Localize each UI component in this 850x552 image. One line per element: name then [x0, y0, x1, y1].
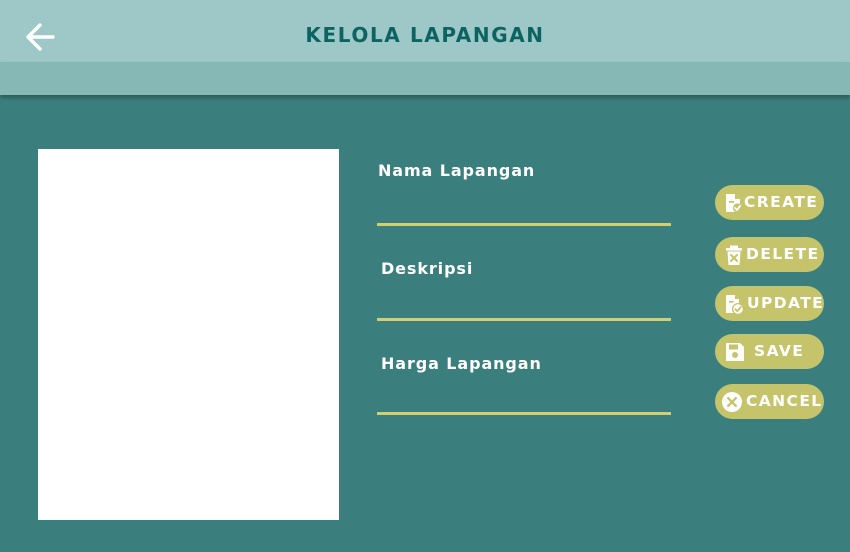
delete-button-label: DELETE	[746, 245, 820, 263]
harga-lapangan-underline	[377, 412, 671, 415]
harga-lapangan-label: Harga Lapangan	[381, 354, 542, 373]
trash-icon	[726, 245, 742, 265]
deskripsi-input[interactable]	[380, 290, 666, 316]
create-button[interactable]: CREATE	[715, 185, 824, 220]
cancel-button-label: CANCEL	[746, 392, 823, 410]
deskripsi-underline	[377, 318, 671, 321]
update-button-label: UPDATE	[747, 294, 825, 312]
floppy-disk-icon	[726, 343, 744, 361]
create-file-icon	[726, 194, 743, 213]
field-image-preview[interactable]	[38, 149, 339, 520]
cancel-circle-icon	[722, 392, 742, 412]
nama-lapangan-underline	[377, 223, 671, 226]
save-button-label: SAVE	[754, 342, 805, 360]
sub-header-bar	[0, 62, 850, 95]
create-button-label: CREATE	[744, 193, 819, 211]
page-title: KELOLA LAPANGAN	[305, 23, 545, 47]
nama-lapangan-label: Nama Lapangan	[378, 161, 536, 180]
update-file-icon	[726, 295, 745, 315]
deskripsi-label: Deskripsi	[381, 259, 474, 278]
cancel-button[interactable]: CANCEL	[715, 384, 824, 419]
delete-button[interactable]: DELETE	[715, 237, 824, 272]
top-app-bar: KELOLA LAPANGAN	[0, 0, 850, 62]
save-button[interactable]: SAVE	[715, 334, 824, 369]
harga-lapangan-input[interactable]	[380, 385, 666, 411]
update-button[interactable]: UPDATE	[715, 286, 824, 321]
nama-lapangan-input[interactable]	[380, 194, 666, 220]
